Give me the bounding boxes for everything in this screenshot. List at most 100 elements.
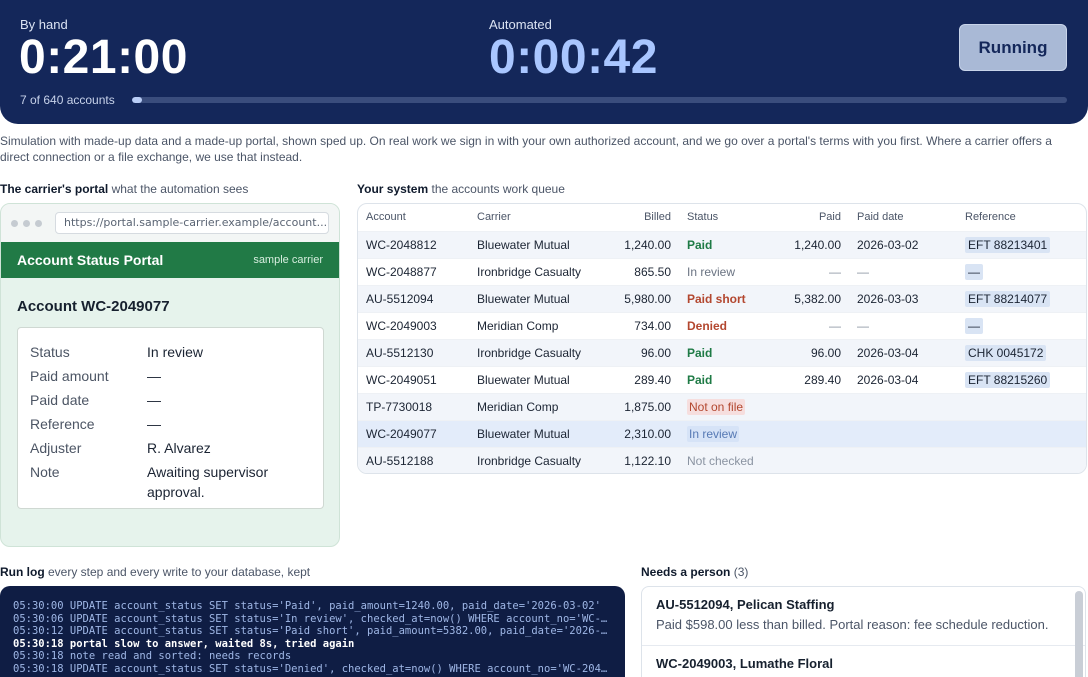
billed-cell: 1,122.10 bbox=[599, 447, 679, 473]
paid-cell: — bbox=[775, 258, 849, 285]
table-row[interactable]: AU-5512188 Ironbridge Casualty 1,122.10 Not… bbox=[358, 447, 1086, 473]
field-value: — bbox=[147, 416, 161, 432]
billed-cell: 96.00 bbox=[599, 339, 679, 366]
billed-cell-text: 289.40 bbox=[634, 372, 671, 387]
list-item[interactable]: WC-2049003, Lumathe Floral bbox=[642, 646, 1085, 677]
list-item[interactable]: AU-5512094, Pelican Staffing Paid $598.0… bbox=[642, 587, 1085, 646]
status-cell: Not on file bbox=[679, 393, 775, 420]
column-header: Account bbox=[366, 211, 406, 224]
work-queue-table: Account Carrier Billed Status Paid Paid date R… bbox=[357, 203, 1087, 474]
account-cell-text: AU-5512188 bbox=[366, 453, 434, 468]
status-cell: Paid bbox=[679, 339, 775, 366]
running-button[interactable]: Running bbox=[959, 24, 1067, 71]
billed-cell-text: 2,310.00 bbox=[624, 426, 671, 441]
status-cell-text: Paid short bbox=[687, 291, 746, 306]
field-value: R. Alvarez bbox=[147, 440, 211, 456]
account-cell: TP-7730018 bbox=[358, 393, 469, 420]
reference-cell: EFT 88213401 bbox=[957, 231, 1086, 258]
portal-field-row: Paid date — bbox=[30, 388, 311, 412]
table-row[interactable]: WC-2049077 Bluewater Mutual 2,310.00 In rev… bbox=[358, 420, 1086, 447]
window-dot-icon bbox=[11, 219, 18, 227]
paid-date-cell bbox=[849, 447, 957, 473]
account-cell: WC-2049077 bbox=[358, 420, 469, 447]
paid-date-cell: 2026-03-02 bbox=[849, 231, 957, 258]
carrier-cell: Bluewater Mutual bbox=[469, 420, 599, 447]
billed-cell: 2,310.00 bbox=[599, 420, 679, 447]
status-cell: Denied bbox=[679, 312, 775, 339]
table-row[interactable]: WC-2049051 Bluewater Mutual 289.40 Paid 289.… bbox=[358, 366, 1086, 393]
billed-cell: 865.50 bbox=[599, 258, 679, 285]
account-cell-text: WC-2048812 bbox=[366, 237, 437, 252]
carrier-cell: Meridian Comp bbox=[469, 312, 599, 339]
column-header: Reference bbox=[965, 211, 1016, 224]
portal-field-row: Note Awaiting supervisor approval. bbox=[30, 460, 311, 502]
reference-cell-text: — bbox=[965, 317, 983, 334]
queue-title: Your system bbox=[357, 182, 429, 196]
billed-cell: 1,240.00 bbox=[599, 231, 679, 258]
reference-cell-text: — bbox=[965, 263, 983, 280]
carrier-cell-text: Ironbridge Casualty bbox=[477, 264, 582, 279]
carrier-cell: Bluewater Mutual bbox=[469, 366, 599, 393]
column-header: Paid date bbox=[857, 211, 904, 224]
paid-cell-text: 289.40 bbox=[804, 372, 841, 387]
status-cell: In review bbox=[679, 420, 775, 447]
account-cell-text: WC-2049051 bbox=[366, 372, 437, 387]
paid-cell-text: — bbox=[829, 264, 841, 279]
paid-cell: 96.00 bbox=[775, 339, 849, 366]
carrier-portal-window: https://portal.sample-carrier.example/ac… bbox=[0, 203, 340, 547]
table-row[interactable]: WC-2049003 Meridian Comp 734.00 Denied — — — bbox=[358, 312, 1086, 339]
table-row[interactable]: WC-2048812 Bluewater Mutual 1,240.00 Paid 1,… bbox=[358, 231, 1086, 258]
paid-cell bbox=[775, 420, 849, 447]
carrier-cell-text: Meridian Comp bbox=[477, 318, 559, 333]
portal-title: The carrier's portal bbox=[0, 182, 109, 196]
queue-subtitle: the accounts work queue bbox=[431, 182, 565, 196]
status-cell-text: Not checked bbox=[687, 453, 754, 468]
table-row[interactable]: AU-5512130 Ironbridge Casualty 96.00 Paid 96… bbox=[358, 339, 1086, 366]
needs-count: (3) bbox=[733, 565, 749, 579]
portal-field-row: Paid amount — bbox=[30, 364, 311, 388]
needs-person-list: AU-5512094, Pelican Staffing Paid $598.0… bbox=[641, 586, 1086, 677]
portal-section-title: The carrier's portal what the automation… bbox=[0, 182, 248, 196]
paid-cell-text: 5,382.00 bbox=[794, 291, 841, 306]
log-line: 05:30:18 note read and sorted: needs rec… bbox=[13, 650, 292, 663]
url-field[interactable]: https://portal.sample-carrier.example/ac… bbox=[55, 212, 329, 234]
scrollbar[interactable] bbox=[1075, 591, 1083, 677]
field-label: Reference bbox=[30, 416, 95, 432]
needs-item-title: AU-5512094, Pelican Staffing bbox=[656, 597, 835, 612]
reference-cell: — bbox=[957, 312, 1086, 339]
paid-cell: 1,240.00 bbox=[775, 231, 849, 258]
billed-cell-text: 5,980.00 bbox=[624, 291, 671, 306]
paid-date-cell-text: 2026-03-04 bbox=[857, 345, 919, 360]
billed-cell-text: 1,875.00 bbox=[624, 399, 671, 414]
table-row[interactable]: WC-2048877 Ironbridge Casualty 865.50 In re… bbox=[358, 258, 1086, 285]
field-value: — bbox=[147, 368, 161, 384]
carrier-cell-text: Ironbridge Casualty bbox=[477, 345, 582, 360]
field-label: Adjuster bbox=[30, 440, 82, 456]
portal-field-row: Adjuster R. Alvarez bbox=[30, 436, 311, 460]
field-label: Paid date bbox=[30, 392, 90, 408]
run-log-console[interactable]: 05:30:00 UPDATE account_status SET statu… bbox=[0, 586, 625, 677]
table-row[interactable]: TP-7730018 Meridian Comp 1,875.00 Not on fi… bbox=[358, 393, 1086, 420]
column-header: Carrier bbox=[477, 211, 511, 224]
paid-date-cell: — bbox=[849, 258, 957, 285]
log-subtitle: every step and every write to your datab… bbox=[48, 565, 311, 579]
paid-cell: — bbox=[775, 312, 849, 339]
paid-date-cell: — bbox=[849, 312, 957, 339]
needs-item-detail: Paid $598.00 less than billed. Portal re… bbox=[656, 617, 1049, 632]
billed-cell-text: 1,240.00 bbox=[624, 237, 671, 252]
carrier-cell-text: Ironbridge Casualty bbox=[477, 453, 582, 468]
portal-field-row: Status In review bbox=[30, 340, 311, 364]
portal-header-title: Account Status Portal bbox=[17, 252, 164, 268]
paid-date-cell bbox=[849, 393, 957, 420]
status-cell-text: Denied bbox=[687, 318, 728, 333]
needs-section-title: Needs a person (3) bbox=[641, 565, 748, 579]
automated-label: Automated bbox=[489, 17, 552, 32]
carrier-cell-text: Meridian Comp bbox=[477, 399, 559, 414]
carrier-cell: Bluewater Mutual bbox=[469, 231, 599, 258]
table-row[interactable]: AU-5512094 Bluewater Mutual 5,980.00 Paid s… bbox=[358, 285, 1086, 312]
carrier-cell: Ironbridge Casualty bbox=[469, 447, 599, 473]
column-header: Billed bbox=[644, 211, 671, 224]
log-title: Run log bbox=[0, 565, 45, 579]
paid-cell: 289.40 bbox=[775, 366, 849, 393]
billed-cell-text: 865.50 bbox=[634, 264, 671, 279]
